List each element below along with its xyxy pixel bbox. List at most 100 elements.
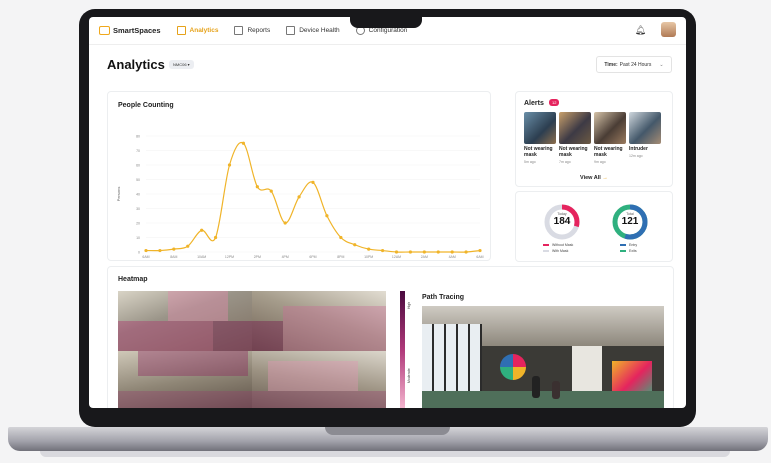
legend-label: Exits [629, 249, 637, 253]
heat-overlay [283, 306, 386, 351]
data-point [227, 163, 232, 167]
y-tick-label: 70 [136, 149, 140, 153]
laptop-groove [325, 427, 450, 435]
data-point [436, 250, 440, 254]
nav-item-analytics[interactable]: Analytics [176, 26, 219, 35]
alert-label: Not wearing mask [559, 146, 588, 158]
x-tick-label: 12PM [225, 255, 234, 259]
data-point [367, 247, 371, 251]
people-counting-card: People Counting Persons 0 10 20 30 40 50 60 70 80… [107, 91, 491, 261]
x-tick-label: 6PM [309, 255, 316, 259]
nav-label: Analytics [189, 27, 219, 34]
heat-level-moderate: Moderate [407, 368, 411, 383]
data-point [186, 244, 190, 248]
legend-item: Without Mask [543, 243, 573, 247]
x-tick-label: 10PM [364, 255, 373, 259]
x-tick-label: 2AM [421, 255, 428, 259]
avatar[interactable] [661, 22, 676, 37]
brand-icon [99, 26, 110, 35]
legend-swatch [543, 244, 549, 246]
y-tick-label: 0 [138, 251, 140, 255]
x-tick-label: 6AM [476, 255, 483, 259]
alert-time: 5m ago [524, 160, 536, 164]
time-range-select[interactable]: Time: Past 24 Hours ⌄ [596, 56, 672, 73]
data-point [394, 250, 399, 254]
brand-logo[interactable]: SmartSpaces [99, 26, 161, 35]
alert-thumbnail[interactable] [524, 112, 556, 144]
heat-overlay [138, 351, 248, 376]
heatmap-title: Heatmap [118, 276, 148, 283]
x-tick-label: 8AM [170, 255, 177, 259]
view-all-label: View All [580, 175, 601, 181]
wall-art [500, 354, 526, 380]
data-point [144, 248, 148, 253]
person [532, 376, 540, 398]
heat-overlay [118, 321, 213, 351]
donut-charts [544, 204, 648, 240]
legend-item: Entry [620, 243, 637, 247]
data-point [464, 250, 468, 254]
x-tick-label: 2PM [254, 255, 261, 259]
person [552, 381, 560, 399]
data-point [353, 243, 357, 247]
chart-icon [176, 26, 186, 35]
nav-label: Reports [247, 27, 271, 34]
data-point [200, 228, 204, 232]
legend-item: With Mask [543, 249, 568, 253]
data-point [478, 248, 482, 253]
app-screen: SmartSpaces Analytics Reports Device Hea… [89, 17, 686, 408]
legend-swatch [620, 244, 626, 246]
data-point [380, 248, 385, 253]
data-point [283, 221, 287, 225]
data-point [213, 235, 218, 240]
view-all-link[interactable]: View All → [580, 175, 608, 181]
alert-thumbnail[interactable] [594, 112, 626, 144]
page-title: Analytics [107, 57, 165, 72]
heat-scale [400, 291, 405, 408]
data-point [297, 195, 301, 199]
heat-overlay [168, 291, 228, 321]
heatmap-card: Heatmap High Moderate Path Tracing [107, 266, 674, 408]
x-tick-label: 4PM [282, 255, 289, 259]
x-tick-label: 6AM [142, 255, 149, 259]
legend-swatch [620, 250, 626, 252]
alert-time: 7m ago [559, 160, 571, 164]
x-tick-label: 10AM [197, 255, 206, 259]
heatmap-image[interactable] [118, 291, 386, 408]
legend-swatch [543, 250, 549, 252]
series-line [145, 141, 481, 253]
path-tracing-image[interactable] [422, 306, 664, 408]
y-tick-label: 30 [136, 207, 140, 211]
alert-label: Not wearing mask [594, 146, 623, 158]
alert-thumbnail[interactable] [629, 112, 661, 144]
mask-entry-card: Today 184 Total 121 Without Mask With Ma… [515, 191, 673, 262]
donut-value: 121 [621, 216, 639, 227]
nav-item-device-health[interactable]: Device Health [286, 26, 340, 35]
path-tracing-title: Path Tracing [422, 294, 465, 301]
data-point [269, 189, 273, 193]
donut-value: 184 [553, 216, 571, 227]
legend-label: Entry [629, 243, 638, 247]
report-icon [234, 26, 244, 35]
alerts-title: Alerts [524, 100, 544, 107]
heat-overlay [213, 321, 283, 351]
nav-label: Device Health [299, 27, 340, 34]
nav-item-reports[interactable]: Reports [234, 26, 270, 35]
data-point [408, 250, 413, 254]
alerts-card: Alerts 12 Not wearing mask Not wearing m… [515, 91, 673, 187]
site-selector[interactable]: NMC06 ▾ [169, 60, 194, 69]
laptop-foot [40, 451, 730, 457]
x-tick-label: 4AM [449, 255, 456, 259]
chevron-down-icon: ⌄ [659, 61, 664, 68]
data-point [450, 250, 454, 254]
legend-item: Exits [620, 249, 637, 253]
time-label: Time: [604, 61, 618, 68]
heat-level-high: High [407, 301, 411, 309]
arrow-right-icon: → [602, 175, 608, 181]
alert-time: 12m ago [629, 154, 643, 158]
bell-icon[interactable]: 🔔︎ [635, 25, 646, 36]
nav-label: Configuration [368, 27, 408, 34]
people-counting-chart: Persons 0 10 20 30 40 50 60 70 80 6AM 8AM 10AM 12PM 2P… [116, 135, 484, 260]
alert-thumbnail[interactable] [559, 112, 591, 144]
y-tick-label: 50 [136, 178, 140, 182]
